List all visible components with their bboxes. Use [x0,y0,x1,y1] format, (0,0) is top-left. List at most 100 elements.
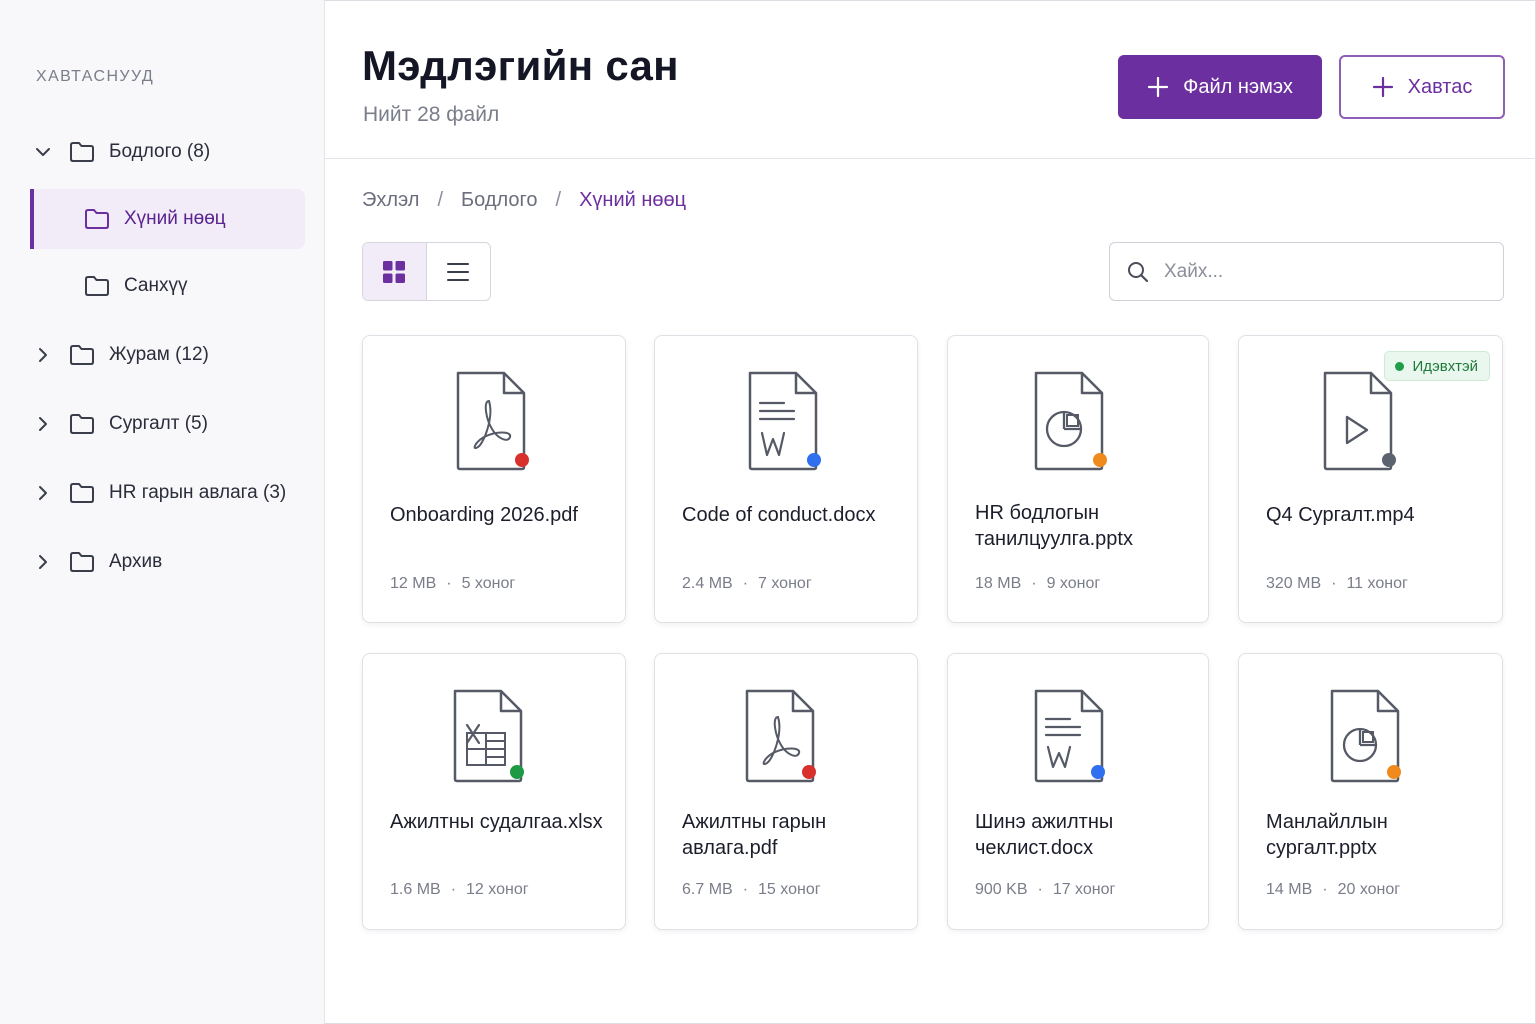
chevron-right-icon[interactable] [33,483,53,503]
file-card[interactable]: Идэвхтэй Q4 Сургалт.mp4 320 MB · 11 хоног [1238,335,1503,623]
folder-icon [69,482,95,504]
file-name: Шинэ ажилтны чеклист.docx [975,811,1114,859]
file-size: 2.4 MB [682,575,733,592]
file-name: Onboarding 2026.pdf [390,504,578,526]
sidebar: ХАВТАСНУУД Бодлого (8) Хүний нөөц Санхүү… [0,0,325,1024]
sidebar-heading: ХАВТАСНУУД [36,68,155,85]
file-name: Code of conduct.docx [682,504,876,526]
file-age: 17 хоног [1052,881,1116,898]
excel-icon [453,689,524,783]
file-meta: 18 MB · 9 хоног [975,575,1101,592]
file-age: 7 хоног [758,575,812,592]
folder-icon [69,141,95,163]
file-age: 12 хоног [466,881,529,898]
sidebar-item-hr[interactable]: Хүний нөөц [30,189,305,249]
grid-view-button[interactable] [363,243,427,300]
file-meta: 12 MB · 5 хоног [390,575,516,592]
chevron-right-icon[interactable] [33,345,53,365]
pdf-icon [745,689,816,783]
chevron-down-icon[interactable] [33,142,53,162]
breadcrumb-policy[interactable]: Бодлого [461,189,537,212]
sidebar-item-label: Санхүү [124,275,188,296]
page-title: Мэдлэгийн сан [362,42,679,89]
add-folder-button[interactable]: Хавтас [1339,55,1505,119]
word-icon [1034,689,1105,783]
sidebar-item-label: Архив [109,551,163,572]
file-size: 900 KB [975,881,1028,898]
sidebar-item-hr-guide[interactable]: HR гарын авлага (3) [33,463,286,523]
file-size: 320 MB [1266,575,1322,592]
sidebar-item-label: HR гарын авлага (3) [109,482,287,503]
breadcrumb-separator: / [555,189,562,211]
file-meta: 14 MB · 20 хоног [1266,881,1401,898]
file-meta: 900 KB · 17 хоног [975,881,1116,898]
list-icon [447,262,470,281]
word-icon [748,371,821,471]
file-age: 5 хоног [461,575,516,592]
file-card[interactable]: Code of conduct.docx 2.4 MB · 7 хоног [654,335,918,623]
file-name: Ажилтны гарын авлага.pdf [682,811,827,859]
plus-icon [1147,76,1169,98]
folder-icon [69,344,95,366]
presentation-icon [1330,689,1401,783]
search-box [1109,242,1504,301]
pdf-icon [456,371,529,471]
search-input[interactable] [1164,260,1464,283]
chevron-right-icon[interactable] [33,414,53,434]
sidebar-item-bodlogo[interactable]: Бодлого (8) [33,122,210,182]
file-meta: 6.7 MB · 15 хоног [682,881,821,898]
sidebar-item-label: Журам (12) [109,344,209,365]
chevron-right-icon[interactable] [33,552,53,572]
add-folder-label: Хавтас [1407,75,1473,98]
file-name: HR бодлогын танилцуулга.pptx [975,502,1133,550]
sidebar-item-surgalt[interactable]: Сургалт (5) [33,394,208,454]
sidebar-item-finance[interactable]: Санхүү [84,256,188,316]
file-age: 11 хоног [1346,575,1408,592]
file-size: 12 MB [390,575,437,592]
file-meta: 1.6 MB · 12 хоног [390,881,529,898]
sidebar-item-label: Сургалт (5) [109,413,208,434]
add-file-button[interactable]: Файл нэмэх [1118,55,1322,119]
list-view-button[interactable] [427,243,491,300]
grid-icon [383,260,406,283]
file-card[interactable]: Манлайллын сургалт.pptx 14 MB · 20 хоног [1238,653,1503,930]
folder-icon [84,275,110,297]
folder-icon [69,413,95,435]
file-age: 15 хоног [758,881,821,898]
view-toggle [362,242,491,301]
file-card[interactable]: Ажилтны гарын авлага.pdf 6.7 MB · 15 хоног [654,653,918,930]
breadcrumb-current: Хүний нөөц [579,189,687,211]
plus-icon [1372,76,1394,98]
file-age: 20 хоног [1337,881,1401,898]
video-icon [1323,371,1396,471]
file-meta: 2.4 MB · 7 хоног [682,575,812,592]
file-size: 1.6 MB [390,881,441,898]
file-age: 9 хоног [1046,575,1101,592]
file-card[interactable]: Ажилтны судалгаа.xlsx 1.6 MB · 12 хоног [362,653,626,930]
status-dot [1395,361,1405,371]
file-name: Манлайллын сургалт.pptx [1266,811,1388,859]
breadcrumb-separator: / [437,189,444,211]
sidebar-item-label: Бодлого (8) [109,141,211,162]
file-card[interactable]: HR бодлогын танилцуулга.pptx 18 MB · 9 хон… [947,335,1209,623]
file-count: Нийт 28 файл [363,103,500,126]
sidebar-item-zhuram[interactable]: Журам (12) [33,325,209,385]
sidebar-item-archive[interactable]: Архив [33,532,162,592]
add-file-label: Файл нэмэх [1183,75,1293,98]
folder-icon [84,208,110,230]
breadcrumb-home[interactable]: Эхлэл [362,189,419,212]
file-size: 6.7 MB [682,881,733,898]
status-badge-label: Идэвхтэй [1412,357,1478,375]
sidebar-item-label: Хүний нөөц [124,208,226,229]
breadcrumb: Эхлэл / Бодлого / Хүний нөөц [362,189,686,212]
file-card[interactable]: Onboarding 2026.pdf 12 MB · 5 хоног [362,335,626,623]
file-name: Q4 Сургалт.mp4 [1266,504,1415,526]
file-meta: 320 MB · 11 хоног [1266,575,1408,592]
file-name: Ажилтны судалгаа.xlsx [390,811,603,833]
file-size: 14 MB [1266,881,1313,898]
header-divider [325,158,1536,159]
file-card[interactable]: Шинэ ажилтны чеклист.docx 900 KB · 17 хоно… [947,653,1209,930]
search-icon [1128,261,1149,282]
presentation-icon [1034,371,1107,471]
file-size: 18 MB [975,575,1022,592]
